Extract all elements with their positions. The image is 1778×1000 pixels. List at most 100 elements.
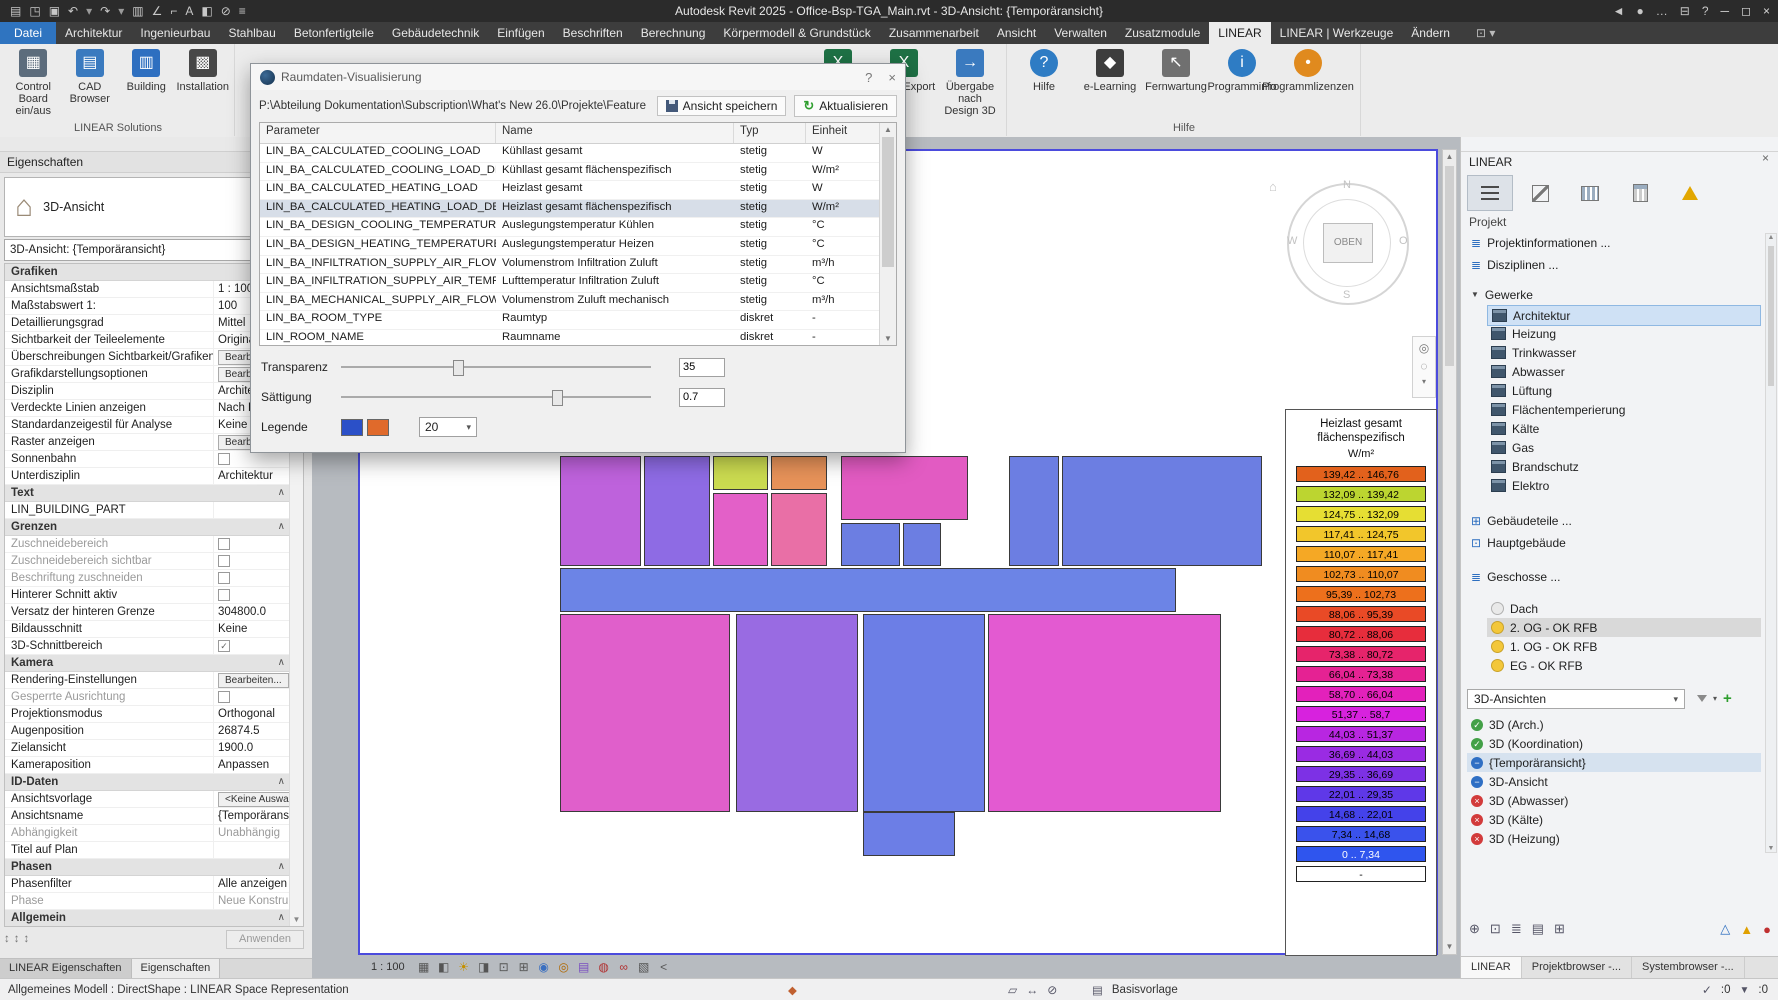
property-value[interactable]: 304800.0 (214, 604, 290, 620)
view-cube[interactable]: ⌂ NOSW OBEN (1285, 181, 1410, 306)
beaker-icon[interactable]: △ (1720, 921, 1730, 937)
property-value[interactable]: 26874.5 (214, 723, 290, 739)
properties-section-id-daten[interactable]: ID-Daten∧ (5, 774, 303, 791)
column-header-name[interactable]: Name (496, 123, 734, 143)
panel-item--tempor-ransicht-[interactable]: −{Temporäransicht} (1467, 753, 1761, 772)
property-value[interactable] (214, 502, 290, 518)
print-icon[interactable]: ▥ (132, 0, 143, 22)
calculator-button[interactable] (1617, 175, 1663, 211)
transparency-value-field[interactable] (679, 358, 725, 377)
room-6[interactable] (841, 456, 968, 520)
views-filter-select[interactable]: 3D-Ansichten▾ (1467, 689, 1685, 709)
properties-section-text[interactable]: Text∧ (5, 485, 303, 502)
collapse-icon[interactable]: ∧ (278, 859, 285, 875)
redo-icon[interactable]: ↷ (100, 0, 110, 22)
package-icon[interactable]: ⊞ (1554, 921, 1565, 937)
parameter-row[interactable]: LIN_BA_INFILTRATION_SUPPLY_AIR_FLOWRATEV… (260, 256, 896, 275)
properties-tab-linear-eigenschaften[interactable]: LINEAR Eigenschaften (0, 959, 132, 979)
dropdown-icon[interactable]: ▾ (86, 0, 92, 22)
tab-stahlbau[interactable]: Stahlbau (219, 22, 284, 44)
editable-only-icon[interactable]: ✓ (1702, 983, 1712, 997)
save-view-button[interactable]: Ansicht speichern (657, 96, 787, 116)
property-value[interactable] (214, 536, 290, 552)
room-3[interactable] (713, 493, 768, 566)
parameter-row[interactable]: LIN_BA_CALCULATED_HEATING_LOAD_DENSI...H… (260, 200, 896, 219)
room-11[interactable] (560, 568, 1176, 612)
workspace-switch-icon[interactable]: ⊡ ▾ (1467, 22, 1504, 44)
panel-item-l-ftung[interactable]: Lüftung (1487, 381, 1761, 400)
browser-tab-systembrowser-[interactable]: Systembrowser -... (1632, 957, 1745, 979)
properties-section-grenzen[interactable]: Grenzen∧ (5, 519, 303, 536)
collapse-icon[interactable]: ∧ (278, 519, 285, 535)
panel-item-heizung[interactable]: Heizung (1487, 324, 1761, 343)
property-edit-button[interactable]: <Keine Auswahl> (218, 792, 290, 807)
exclude-options-icon[interactable]: ▱ (1008, 983, 1017, 997)
property-value[interactable]: 1900.0 (214, 740, 290, 756)
record-icon[interactable]: ● (1763, 922, 1771, 937)
sun-path-icon[interactable]: ☀ (456, 960, 472, 974)
help-icon[interactable]: ? (1702, 0, 1709, 22)
tab-betonfertigteile[interactable]: Betonfertigteile (285, 22, 383, 44)
panel-item-2-og-ok-rfb[interactable]: 2. OG - OK RFB (1487, 618, 1761, 637)
table-scrollbar[interactable]: ▲▼ (879, 123, 896, 345)
stack-icon[interactable]: ≣ (1511, 921, 1522, 937)
parameter-row[interactable]: LIN_ROOM_NAMERaumnamediskret- (260, 330, 896, 349)
shadows-icon[interactable]: ◨ (476, 960, 492, 974)
parameter-row[interactable]: LIN_BA_INFILTRATION_SUPPLY_AIR_TEMPERA..… (260, 274, 896, 293)
navigation-bar[interactable]: ◎ ◌ ▾ (1412, 336, 1436, 398)
building-button[interactable]: ▥Building (119, 47, 174, 119)
tab-einf-gen[interactable]: Einfügen (488, 22, 553, 44)
property-value[interactable]: Architektur (214, 468, 290, 484)
worksharing-icon[interactable]: ▧ (636, 960, 652, 974)
chevron-down-icon[interactable]: ▾ (1422, 377, 1426, 386)
collapse-icon[interactable]: ∧ (278, 485, 285, 501)
new-file-icon[interactable]: ▤ (10, 0, 21, 22)
property-value[interactable] (214, 553, 290, 569)
dialog-titlebar[interactable]: Raumdaten-Visualisierung ? × (251, 64, 905, 90)
columns-button[interactable] (1567, 175, 1613, 211)
speaker-icon[interactable]: ◄ (1613, 0, 1625, 22)
filter-icon[interactable]: ▼ (1740, 985, 1750, 996)
scroll-up-icon[interactable]: ▲ (1443, 150, 1456, 164)
panel-item-dach[interactable]: Dach (1487, 599, 1761, 618)
property-value[interactable]: <Keine Auswahl> (214, 791, 290, 807)
room-10[interactable] (1062, 456, 1262, 566)
restore-icon[interactable]: ◻ (1741, 0, 1751, 22)
property-value[interactable] (214, 451, 290, 467)
lightbulb-icon[interactable] (1491, 602, 1504, 615)
monitor-settings-icon[interactable]: ⊡ (1490, 921, 1501, 937)
property-checkbox[interactable] (218, 589, 230, 601)
slider-handle[interactable] (552, 390, 563, 406)
scrollbar-thumb[interactable] (1445, 166, 1454, 366)
column-header-parameter[interactable]: Parameter (260, 123, 496, 143)
menu-button[interactable] (1467, 175, 1513, 211)
funnel-icon[interactable] (1697, 695, 1707, 702)
panel-item-trinkwasser[interactable]: Trinkwasser (1487, 343, 1761, 362)
panel-item-architektur[interactable]: Architektur (1487, 305, 1761, 326)
crop-view-icon[interactable]: ⊡ (496, 960, 512, 974)
tab-berechnung[interactable]: Berechnung (632, 22, 715, 44)
dialog-help-button[interactable]: ? (865, 70, 872, 85)
transparency-slider[interactable] (341, 358, 651, 376)
cad-browser-button[interactable]: ▤CAD Browser (63, 47, 118, 119)
property-value[interactable]: Unabhängig (214, 825, 290, 841)
panel-item-3d-ansicht[interactable]: −3D-Ansicht (1467, 772, 1761, 791)
property-value[interactable]: ✓ (214, 638, 290, 654)
room-12[interactable] (560, 614, 730, 812)
text-icon[interactable]: A (185, 0, 193, 22)
reveal-constraints-icon[interactable]: ∞ (616, 960, 632, 974)
panel-item-fl-chentemperierung[interactable]: Flächentemperierung (1487, 400, 1761, 419)
panel-item-gas[interactable]: Gas (1487, 438, 1761, 457)
tree-expander-icon[interactable]: ▼ (1471, 290, 1479, 299)
dropdown-icon[interactable]: ▾ (118, 0, 124, 22)
panel-item-3d-heizung-[interactable]: ×3D (Heizung) (1467, 829, 1761, 848)
property-value[interactable] (214, 689, 290, 705)
room-5[interactable] (771, 493, 827, 566)
parameter-row[interactable]: LIN_BA_ROOM_TYPERaumtypdiskret- (260, 311, 896, 330)
saturation-slider[interactable] (341, 388, 651, 406)
press-drag-icon[interactable]: ↔ (1026, 983, 1038, 997)
panel-item-abwasser[interactable]: Abwasser (1487, 362, 1761, 381)
temporary-hide-icon[interactable]: ◉ (536, 960, 552, 974)
parameter-row[interactable]: LIN_BA_CALCULATED_COOLING_LOAD_DENS...Kü… (260, 163, 896, 182)
tab-linear-werkzeuge[interactable]: LINEAR | Werkzeuge (1271, 22, 1403, 44)
